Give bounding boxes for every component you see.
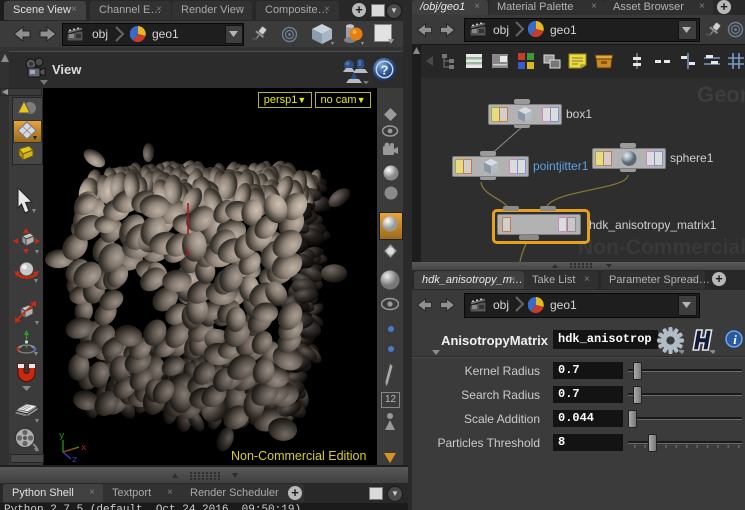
- svg-text:i: i: [733, 332, 737, 347]
- svg-text:z: z: [72, 455, 77, 462]
- svg-text:y: y: [59, 431, 65, 441]
- svg-text:x: x: [81, 443, 86, 453]
- svg-text:?: ?: [381, 63, 389, 78]
